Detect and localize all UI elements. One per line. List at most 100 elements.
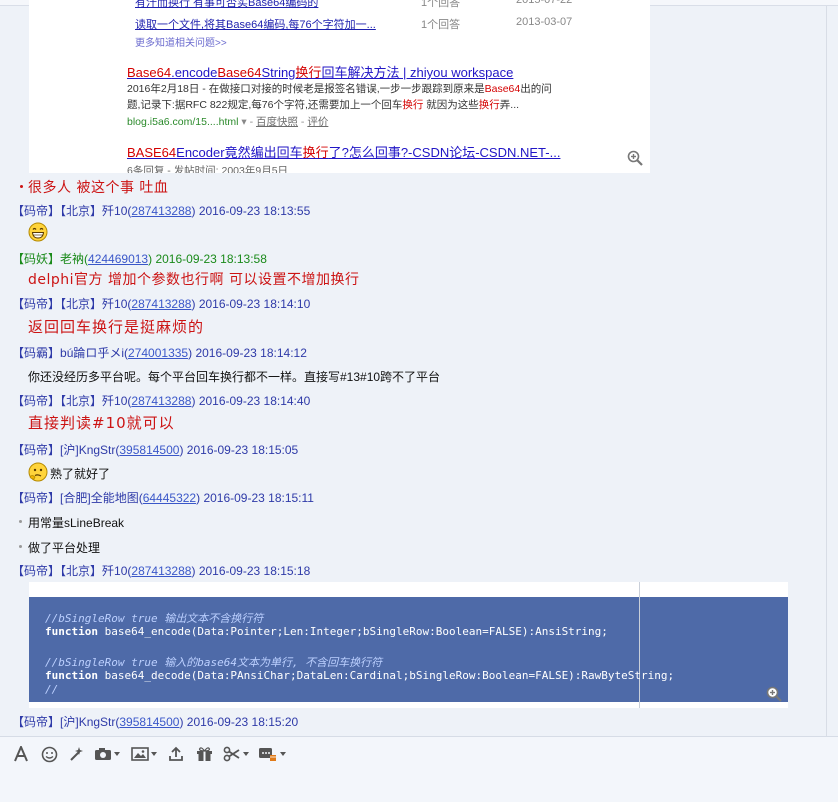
sender-qq-link[interactable]: 287413288 — [131, 394, 191, 408]
known-date: 2015-07-22 — [516, 0, 573, 6]
image-icon — [131, 747, 149, 761]
sender-name[interactable]: 老衲 — [60, 252, 84, 266]
magic-icon — [70, 747, 83, 761]
code-keyword: function — [45, 625, 98, 638]
magnifier-plus-icon[interactable] — [627, 150, 643, 166]
code-keyword: function — [45, 669, 98, 682]
sender-role: 【码霸】 — [12, 346, 61, 360]
chevron-down-icon — [151, 752, 157, 756]
sender-qq-link[interactable]: 64445322 — [143, 491, 196, 505]
magic-button[interactable] — [67, 745, 85, 763]
title-highlight: 换行 — [302, 145, 329, 160]
result-url-line: blog.i5a6.com/15....html ▾ - 百度快照 - 评价 — [127, 116, 329, 128]
sender-qq-link[interactable]: 287413288 — [131, 297, 191, 311]
message-text: 返回回车换行是挺麻烦的 — [28, 318, 205, 336]
font-button[interactable] — [12, 745, 30, 763]
sender-city: 【北京】 — [60, 394, 103, 408]
result-title-link[interactable]: BASE64Encoder竟然编出回车换行了?怎么回事?-CSDN论坛-CSDN… — [127, 142, 560, 161]
scissors-button[interactable] — [220, 745, 252, 763]
desc-text: 就因为这些 — [423, 99, 479, 111]
sender-name[interactable]: 歼10 — [102, 297, 127, 311]
message-time: 2016-09-23 18:15:18 — [198, 564, 311, 578]
message-time: 2016-09-23 18:14:10 — [198, 297, 311, 311]
rate-link[interactable]: 评价 — [307, 116, 328, 128]
result-title-link[interactable]: Base64.encodeBase64String换行回车解决方法 | zhiy… — [127, 62, 513, 81]
emoji-icon — [41, 746, 57, 762]
gift-icon — [196, 747, 212, 761]
image-button[interactable] — [129, 745, 159, 763]
message-text: 做了平台处理 — [28, 541, 101, 555]
sender-role: 【码帝】 — [12, 491, 61, 505]
sender-name[interactable]: 全能地图 — [91, 491, 139, 505]
sender-qq-link[interactable]: 424469013 — [88, 252, 148, 266]
title-text: 了?怎么回事?-CSDN论坛-CSDN.NET-... — [328, 145, 561, 160]
red-packet-button[interactable] — [256, 745, 288, 763]
sender-city: [沪] — [60, 443, 79, 457]
message-header: 【码帝】[沪]KngStr(395814500) 2016-09-23 18:1… — [12, 443, 299, 457]
title-highlight: 换行 — [295, 65, 322, 80]
message-time: 2016-09-23 18:14:12 — [195, 346, 307, 360]
sender-city: 【北京】 — [60, 564, 103, 578]
sender-name[interactable]: bú踚ロ乎メi — [60, 346, 124, 360]
message-header: 【码妖】老衲(424469013) 2016-09-23 18:13:58 — [12, 252, 267, 266]
message-text: delphi官方 增加个参数也行啊 可以设置不增加换行 — [28, 272, 360, 288]
sender-name[interactable]: KngStr — [79, 715, 116, 729]
message-time: 2016-09-23 18:15:20 — [186, 715, 299, 729]
sender-role: 【码帝】 — [12, 443, 61, 457]
search-result-image[interactable]: 有汗而换行 有事可否实Base64编码的 1个回答 2015-07-22 读取一… — [29, 0, 650, 173]
result-description: 2016年2月18日 - 在做接口对接的时候老是报签名错误,一步一步跟踪到原来是… — [127, 81, 587, 113]
title-highlight: Base64 — [217, 65, 262, 80]
sender-qq-link[interactable]: 274001335 — [128, 346, 188, 360]
desc-highlight: 换行 — [478, 99, 500, 111]
message-bullet — [19, 545, 22, 548]
message-text: 熟了就好了 — [50, 467, 111, 481]
message-time: 2016-09-23 18:15:05 — [186, 443, 299, 457]
emoji-button[interactable] — [39, 745, 59, 763]
code-margin-line — [639, 582, 640, 708]
title-text: Encoder竟然编出回车 — [176, 145, 303, 160]
code-screenshot-image[interactable]: //bSingleRow true 输出文本不含换行符 function bas… — [29, 582, 788, 708]
upload-button[interactable] — [167, 745, 185, 763]
sender-qq-link[interactable]: 395814500 — [119, 715, 179, 729]
more-questions-link[interactable]: 更多知道相关问题>> — [135, 34, 227, 49]
sender-qq-link[interactable]: 287413288 — [131, 204, 191, 218]
chat-scrollbar[interactable] — [826, 6, 838, 736]
title-highlight: Base64 — [127, 65, 172, 80]
code-text: base64_decode(Data:PAnsiChar;DataLen:Car… — [97, 669, 675, 682]
code-line: function base64_encode(Data:Pointer;Len:… — [45, 625, 608, 638]
message-bullet — [20, 185, 23, 188]
title-text: String — [261, 65, 296, 80]
sender-role: 【码帝】 — [12, 297, 61, 311]
sender-role: 【码帝】 — [12, 715, 61, 729]
sender-name[interactable]: 歼10 — [102, 204, 127, 218]
message-header: 【码帝】【北京】歼10(287413288) 2016-09-23 18:15:… — [12, 564, 311, 578]
message-header: 【码帝】【北京】歼10(287413288) 2016-09-23 18:14:… — [12, 394, 311, 408]
magnifier-plus-icon[interactable] — [766, 686, 782, 702]
sender-name[interactable]: KngStr — [79, 443, 116, 457]
known-question-link[interactable]: 有汗而换行 有事可否实Base64编码的 — [135, 0, 318, 10]
desc-text: 弄... — [499, 99, 520, 111]
known-answer-count: 1个回答 — [421, 0, 461, 9]
sender-name[interactable]: 歼10 — [102, 394, 127, 408]
upload-icon — [169, 746, 183, 761]
cache-link[interactable]: 百度快照 — [256, 116, 298, 128]
sender-qq-link[interactable]: 287413288 — [131, 564, 191, 578]
red-packet-icon — [259, 748, 276, 761]
grin-emoji-icon — [28, 222, 48, 242]
sender-name[interactable]: 歼10 — [102, 564, 127, 578]
sender-role: 【码帝】 — [12, 564, 61, 578]
screenshot-button[interactable] — [92, 745, 122, 763]
code-line: // — [45, 683, 59, 696]
screenshot-icon — [95, 748, 111, 760]
message-time: 2016-09-23 18:14:40 — [198, 394, 311, 408]
known-question-link[interactable]: 读取一个文件,将其Base64编码,每76个字符加一... — [135, 16, 376, 32]
gift-button[interactable] — [194, 745, 214, 763]
sender-qq-link[interactable]: 395814500 — [119, 443, 179, 457]
chevron-down-icon — [243, 752, 249, 756]
code-line: //bSingleRow true 输出文本不含换行符 — [45, 612, 264, 625]
scissors-icon — [223, 746, 240, 762]
message-header: 【码帝】[沪]KngStr(395814500) 2016-09-23 18:1… — [12, 715, 299, 729]
message-header: 【码霸】bú踚ロ乎メi(274001335) 2016-09-23 18:14:… — [12, 346, 307, 360]
message-time: 2016-09-23 18:13:55 — [198, 204, 311, 218]
known-answer-count: 1个回答 — [421, 19, 461, 31]
